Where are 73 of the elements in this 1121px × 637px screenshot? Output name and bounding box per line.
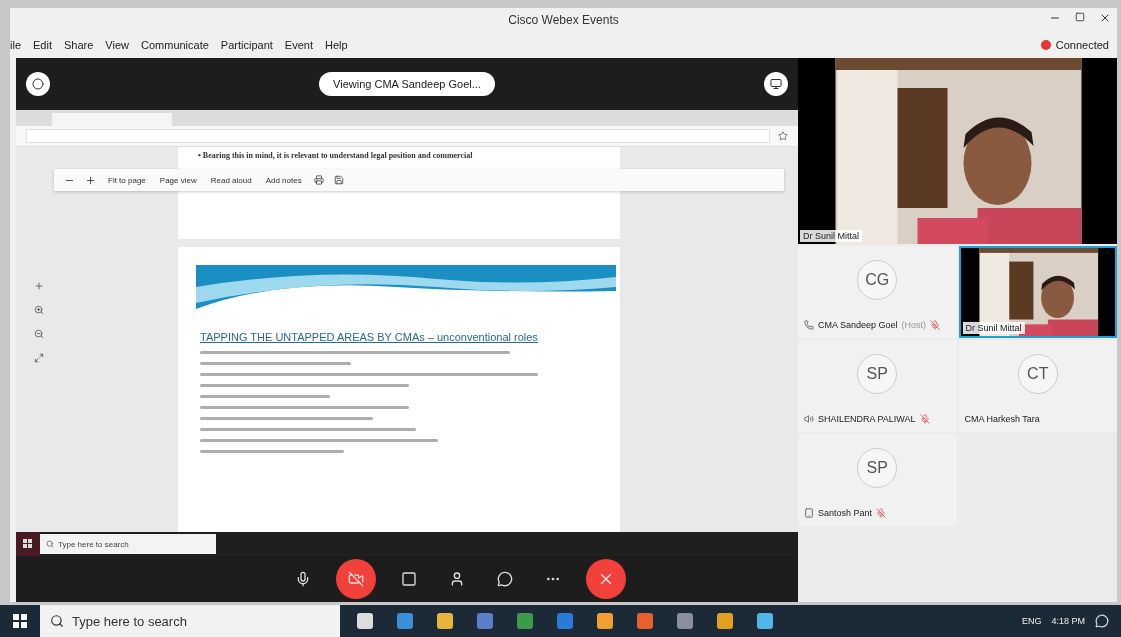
slide-title: TAPPING THE UNTAPPED AREAS BY CMAs – unconventional roles <box>200 331 539 343</box>
page-text: • Bearing this in mind, it is relevant to understand legal position and commercial <box>198 151 474 160</box>
initials-avatar: CG <box>857 260 898 300</box>
taskbar-search-field[interactable]: Type here to search <box>40 605 340 637</box>
taskbar-app-icon[interactable] <box>676 612 694 630</box>
video-button[interactable] <box>336 559 376 599</box>
viewing-label: Viewing CMA Sandeep Goel... <box>319 72 495 96</box>
start-button[interactable] <box>16 532 40 556</box>
menu-item[interactable]: Event <box>284 39 313 51</box>
taskbar-app-icon[interactable] <box>716 612 734 630</box>
role-label: (Host) <box>901 320 927 330</box>
zoom-out-icon[interactable] <box>34 329 44 339</box>
mic-icon <box>295 571 311 587</box>
initials-avatar: CT <box>1017 354 1058 394</box>
connection-status: Connected <box>1055 39 1109 51</box>
menu-item[interactable]: Help <box>325 39 348 51</box>
menu-item[interactable]: Participant <box>220 39 273 51</box>
fit-icon[interactable] <box>34 353 44 363</box>
taskbar-app-icon[interactable] <box>596 612 614 630</box>
notification-icon[interactable] <box>1095 614 1109 628</box>
participant-tile[interactable]: SP SHAILENDRA PALIWAL <box>798 340 957 432</box>
toolbar-button[interactable]: Read aloud <box>208 175 254 185</box>
participant-tile[interactable]: CT CMA Harkesh Tara <box>958 340 1117 432</box>
close-icon[interactable] <box>1099 12 1111 24</box>
search-icon <box>50 614 64 628</box>
initials-avatar: SP <box>857 448 898 488</box>
search-icon <box>46 540 54 548</box>
participant-tile[interactable]: SP Santosh Pant <box>798 434 957 526</box>
print-icon[interactable] <box>313 175 324 185</box>
plus-icon[interactable] <box>34 281 44 291</box>
toolbar-button[interactable]: Add notes <box>263 175 304 185</box>
participant-name: CMA Harkesh Tara <box>964 414 1040 424</box>
menu-item[interactable]: Share <box>64 39 94 51</box>
circle-button[interactable] <box>26 72 50 96</box>
leave-button[interactable] <box>586 559 626 599</box>
toolbar-button[interactable]: Page view <box>157 175 199 185</box>
participant-name: Santosh Pant <box>818 508 873 518</box>
speaker-icon <box>804 414 814 424</box>
initials-avatar: SP <box>857 354 898 394</box>
tablet-icon <box>804 508 814 518</box>
clock-time[interactable]: 4:18 PM <box>1051 616 1085 626</box>
person-icon <box>449 571 465 587</box>
save-icon[interactable] <box>333 175 344 185</box>
windows-icon <box>23 539 33 549</box>
maximize-icon[interactable] <box>1075 12 1085 22</box>
chat-icon <box>497 571 513 587</box>
star-icon[interactable] <box>778 131 788 141</box>
language-indicator[interactable]: ENG <box>1021 616 1042 626</box>
video-tile[interactable]: Dr Sunil Mittal <box>958 246 1117 338</box>
window-title: Cisco Webex Events <box>508 13 619 27</box>
phone-icon <box>804 320 814 330</box>
menu-item[interactable]: View <box>105 39 129 51</box>
participant-name: CMA Sandeep Goel <box>818 320 898 330</box>
participant-tile[interactable]: CG CMA Sandeep Goel (Host) <box>798 246 957 338</box>
circle-icon <box>32 78 44 90</box>
participant-name: Dr Sunil Mittal <box>962 322 1025 334</box>
zoom-in-icon[interactable] <box>85 174 96 186</box>
speaker-name: Dr Sunil Mittal <box>800 230 862 242</box>
search-field[interactable]: Type here to search <box>40 534 216 554</box>
taskbar-app-icon[interactable] <box>756 612 774 630</box>
menu-item[interactable]: Communicate <box>141 39 209 51</box>
taskbar-app-icon[interactable] <box>436 612 454 630</box>
menu-item[interactable]: Edit <box>33 39 52 51</box>
status-dot <box>1040 40 1051 50</box>
monitor-icon <box>770 78 782 90</box>
video-off-icon <box>348 571 364 587</box>
windows-start-icon[interactable] <box>13 614 27 628</box>
zoom-in-icon[interactable] <box>34 305 44 315</box>
participant-name: SHAILENDRA PALIWAL <box>818 414 916 424</box>
toolbar-button[interactable]: Fit to page <box>106 175 148 185</box>
layout-button[interactable] <box>764 72 788 96</box>
menu-item[interactable]: ile <box>10 39 21 51</box>
taskbar-app-icon[interactable] <box>356 612 374 630</box>
